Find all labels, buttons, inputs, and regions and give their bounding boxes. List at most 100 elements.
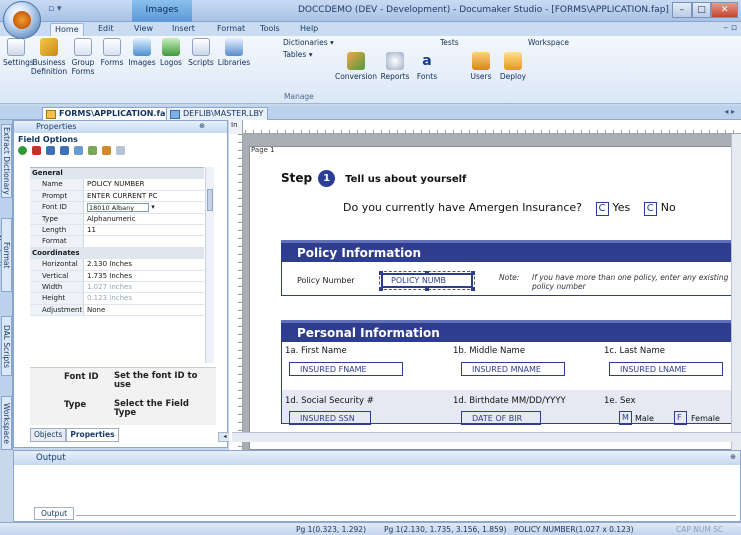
conversion-button[interactable]: Conversion <box>334 52 378 81</box>
property-key: Name <box>30 179 84 190</box>
chevron-down-icon[interactable]: ▾ <box>149 203 155 211</box>
resize-handle[interactable] <box>379 271 383 275</box>
property-grid-scrollbar[interactable] <box>205 167 214 363</box>
doc-tab-application[interactable]: FORMS\APPLICATION.fap <box>42 107 177 120</box>
filter-icon[interactable] <box>88 146 97 155</box>
logos-button[interactable]: Logos <box>157 38 185 67</box>
property-row[interactable]: Type Alphanumeric <box>30 213 204 225</box>
step-title: Tell us about yourself <box>345 174 467 185</box>
property-value[interactable]: None <box>84 305 204 315</box>
users-button[interactable]: Users <box>466 52 496 81</box>
application-orb-button[interactable] <box>3 1 41 39</box>
female-checkbox[interactable]: F <box>674 411 687 425</box>
side-tab-extract-dictionary[interactable]: Extract Dictionary <box>1 124 12 198</box>
edit-icon[interactable] <box>102 146 111 155</box>
first-name-field[interactable]: INSURED FNAME <box>289 362 403 376</box>
resize-handle[interactable] <box>425 271 429 275</box>
libraries-button[interactable]: Libraries <box>215 38 253 67</box>
canvas-vertical-scrollbar[interactable] <box>731 134 741 450</box>
deploy-button[interactable]: Deploy <box>496 52 530 81</box>
context-tab-images[interactable]: Images <box>132 0 192 22</box>
property-row[interactable]: Name POLICY NUMBER <box>30 179 204 191</box>
property-value[interactable]: 1.735 Inches <box>84 271 204 281</box>
male-checkbox[interactable]: M <box>619 411 632 425</box>
tab-format[interactable]: Format <box>213 23 249 36</box>
scripts-button[interactable]: Scripts <box>186 38 216 67</box>
tab-scroll-arrows[interactable]: ◂ ▸ <box>724 107 735 116</box>
property-value[interactable]: POLICY NUMBER <box>84 179 204 189</box>
property-category[interactable]: Coordinates <box>30 247 204 260</box>
property-row[interactable]: Width 1.027 Inches <box>30 281 204 294</box>
tab-objects[interactable]: Objects <box>30 428 67 442</box>
mdi-minimize-icon[interactable]: – ▫ <box>724 23 737 33</box>
birthdate-field[interactable]: DATE OF BIR <box>461 411 541 425</box>
reports-button[interactable]: Reports <box>378 52 412 81</box>
arrow-right-icon[interactable] <box>60 146 69 155</box>
tests-button[interactable]: Tests <box>440 38 468 47</box>
property-value[interactable]: 1.027 Inches <box>84 282 204 292</box>
side-tab-dal-scripts[interactable]: DAL Scripts <box>1 316 12 376</box>
property-value[interactable]: ENTER CURRENT PC <box>84 191 204 201</box>
policy-number-field[interactable]: POLICY NUMB <box>379 271 475 290</box>
delete-icon[interactable] <box>32 146 41 155</box>
arrow-left-icon[interactable] <box>46 146 55 155</box>
quick-access-toolbar[interactable]: ▫ ▾ <box>48 4 61 14</box>
property-value[interactable]: 2.130 Inches <box>84 259 204 269</box>
property-value[interactable]: Alphanumeric <box>84 214 204 224</box>
tab-tools[interactable]: Tools <box>256 23 284 36</box>
sort-icon[interactable] <box>74 146 83 155</box>
property-value[interactable]: 11 <box>84 225 204 235</box>
form-canvas: In Page 1 Step 1 Tell us about yourself Do… <box>229 120 741 450</box>
fonts-button[interactable]: a Fonts <box>412 52 442 81</box>
tab-properties[interactable]: Properties <box>66 428 119 442</box>
property-row[interactable]: Prompt ENTER CURRENT PC <box>30 190 204 203</box>
property-value[interactable]: 18010 Albany ▾ <box>84 202 204 212</box>
minimize-icon[interactable]: – <box>672 2 692 18</box>
pin-icon[interactable]: ⊕ <box>199 122 205 130</box>
side-tab-workspace[interactable]: Workspace <box>1 396 12 450</box>
resize-handle[interactable] <box>379 287 383 291</box>
tab-view[interactable]: View <box>130 23 157 36</box>
property-category[interactable]: General <box>30 168 204 180</box>
resize-handle[interactable] <box>471 271 475 275</box>
property-row[interactable]: Adjustment None <box>30 304 204 317</box>
property-value[interactable] <box>84 236 204 246</box>
maximize-icon[interactable]: □ <box>691 2 712 18</box>
property-row[interactable]: Vertical 1.735 Inches <box>30 270 204 282</box>
images-button[interactable]: Images <box>126 38 158 67</box>
property-row[interactable]: Horizontal 2.130 Inches <box>30 259 204 271</box>
side-tab-format-navigation[interactable]: Format Navigation <box>0 218 12 292</box>
group-forms-button[interactable]: Group Forms <box>68 38 98 76</box>
canvas-horizontal-scrollbar[interactable] <box>232 432 741 442</box>
tab-insert[interactable]: Insert <box>168 23 199 36</box>
middle-name-field[interactable]: INSURED MNAME <box>461 362 565 376</box>
tab-home[interactable]: Home <box>50 23 84 36</box>
resize-handle[interactable] <box>471 287 475 291</box>
property-row[interactable]: Height 0.123 Inches <box>30 293 204 305</box>
no-checkbox[interactable]: C <box>643 202 657 216</box>
business-definition-button[interactable]: Business Definition <box>28 38 70 76</box>
property-row[interactable]: Length 11 <box>30 224 204 237</box>
forms-button[interactable]: Forms <box>98 38 126 67</box>
tab-help[interactable]: Help <box>296 23 322 36</box>
accept-icon[interactable] <box>18 146 27 155</box>
font-id-select[interactable]: 18010 Albany <box>87 202 149 212</box>
last-name-field[interactable]: INSURED LNAME <box>609 362 723 376</box>
output-tab[interactable]: Output <box>34 507 75 520</box>
tab-edit[interactable]: Edit <box>94 23 118 36</box>
info-icon[interactable] <box>116 146 125 155</box>
pin-icon[interactable]: ⊕ <box>730 453 736 461</box>
dictionaries-button[interactable]: Dictionaries ▾ <box>283 38 343 47</box>
ssn-field[interactable]: INSURED SSN <box>289 411 371 425</box>
close-icon[interactable]: ✕ <box>711 2 738 18</box>
tables-button[interactable]: Tables ▾ <box>283 50 323 59</box>
resize-handle[interactable] <box>425 287 429 291</box>
workspace-button[interactable]: Workspace <box>528 38 576 47</box>
property-row[interactable]: Format <box>30 236 204 248</box>
property-value[interactable]: 0.123 Inches <box>84 293 204 303</box>
yes-checkbox[interactable]: C <box>595 202 609 216</box>
property-row[interactable]: Font ID 18010 Albany ▾ <box>30 202 204 214</box>
doc-tab-master-library[interactable]: DEFLIB\MASTER.LBY <box>166 107 269 120</box>
scroll-thumb[interactable] <box>207 189 213 211</box>
settings-button[interactable]: Settings <box>3 38 34 67</box>
